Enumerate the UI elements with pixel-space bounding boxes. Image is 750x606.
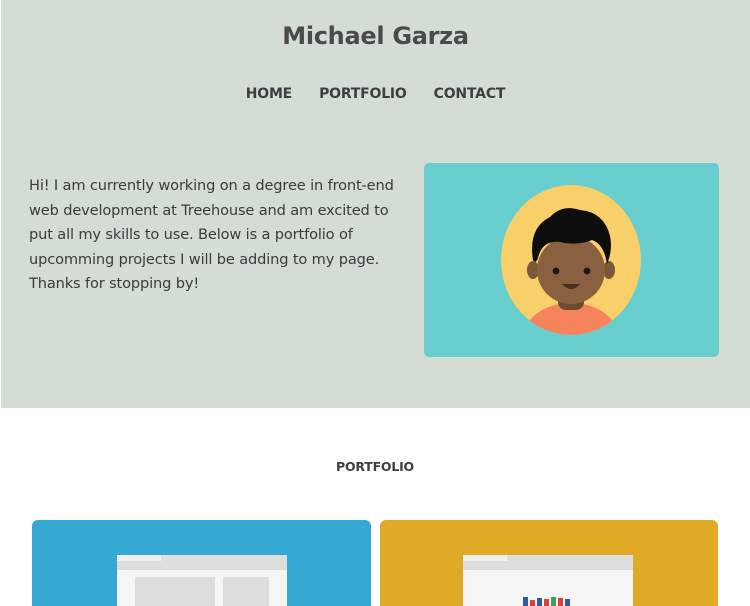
main-nav: HOME PORTFOLIO CONTACT	[1, 86, 750, 102]
site-title: Michael Garza	[282, 22, 469, 50]
bar-chart-icon	[523, 597, 570, 606]
nav-portfolio-link[interactable]: PORTFOLIO	[319, 86, 407, 102]
avatar-card	[424, 163, 719, 357]
avatar-illustration-icon	[501, 185, 641, 335]
hero-section: Michael Garza HOME PORTFOLIO CONTACT Hi!…	[1, 0, 750, 408]
nav-home-link[interactable]: HOME	[246, 86, 293, 102]
nav-contact-link[interactable]: CONTACT	[434, 86, 506, 102]
bar-chart-browser-icon	[463, 555, 633, 606]
project-card-1[interactable]	[32, 520, 371, 606]
portfolio-heading: PORTFOLIO	[336, 459, 414, 474]
project-card-2[interactable]	[380, 520, 718, 606]
intro-text: Hi! I am currently working on a degree i…	[29, 177, 394, 293]
browser-window-icon	[117, 555, 287, 606]
